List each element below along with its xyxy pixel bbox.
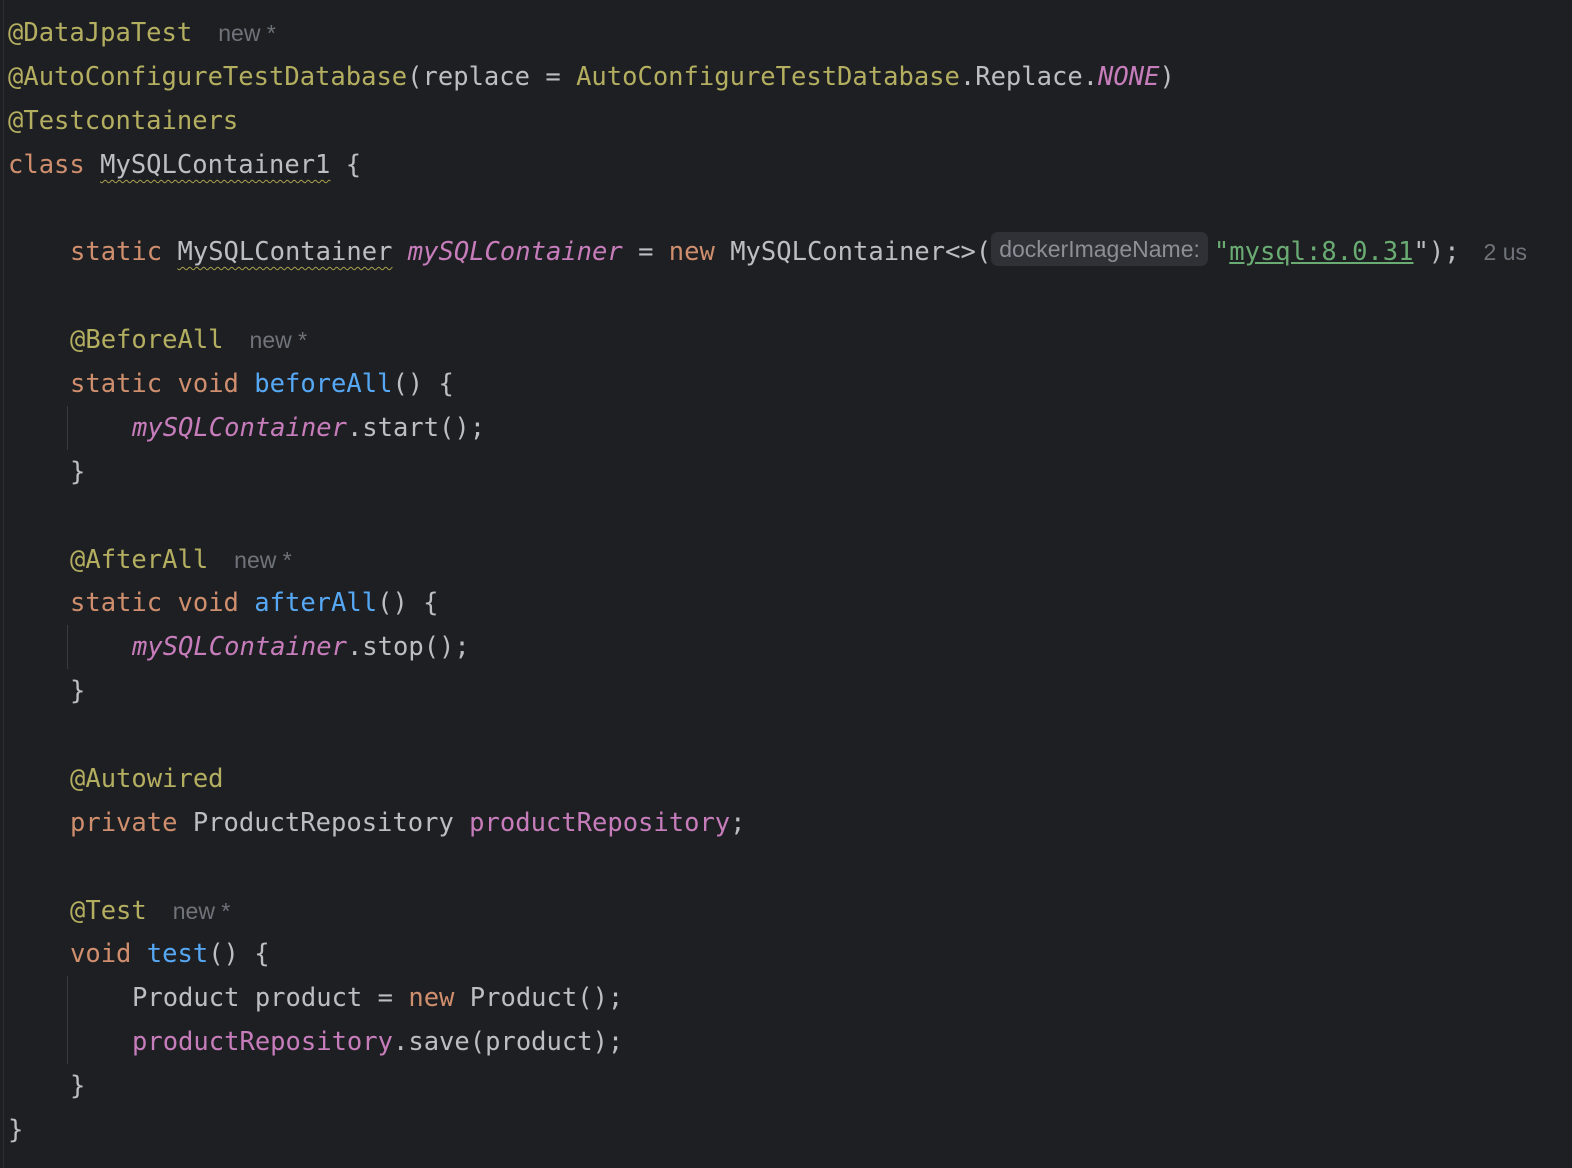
code-token: .start(); [346, 413, 486, 443]
code-token: Product(); [454, 983, 624, 1013]
annotation-testcontainers: @Testcontainers [8, 106, 239, 136]
code-token: .Replace. [959, 62, 1099, 92]
gutter-divider [3, 0, 4, 1168]
indent-guide [67, 625, 68, 669]
code-line-beforeall-close[interactable]: } [70, 450, 85, 494]
code-line-beforeall-body[interactable]: mySQLContainer.start(); [132, 406, 485, 450]
new-hint[interactable]: new * [250, 327, 308, 353]
code-line-beforeall-signature[interactable]: static void beforeAll() { [70, 362, 454, 406]
type-reference: ProductRepository [177, 808, 470, 838]
parameter-hint: dockerImageName: [991, 232, 1208, 266]
code-line-class-close[interactable]: } [8, 1108, 23, 1152]
code-editor[interactable]: @DataJpaTest new * @AutoConfigureTestData… [0, 0, 1572, 1168]
code-token: .save(product); [393, 1027, 624, 1057]
code-line-afterall-body[interactable]: mySQLContainer.stop(); [132, 625, 470, 669]
annotation-beforeall: @BeforeAll [70, 325, 224, 355]
code-line-dataJpaTest[interactable]: @DataJpaTest new * [8, 11, 276, 55]
field-name: mySQLContainer [132, 413, 347, 443]
class-name: MySQLContainer1 [100, 150, 331, 180]
method-name: afterAll [254, 588, 378, 618]
code-line-autowired-annotation[interactable]: @Autowired [70, 757, 224, 801]
code-token: ; [730, 808, 746, 838]
keyword-private: private [70, 808, 178, 838]
indent-guide [67, 976, 68, 1064]
new-hint[interactable]: new * [218, 20, 276, 46]
code-line-test-close[interactable]: } [70, 1064, 85, 1108]
keyword-void: void [70, 939, 132, 969]
method-name: beforeAll [254, 369, 393, 399]
annotation-autowired: @Autowired [70, 764, 224, 794]
code-line-repository-field[interactable]: private ProductRepository productReposit… [70, 801, 746, 845]
code-token: = [622, 237, 669, 267]
code-token: ) [1159, 62, 1175, 92]
keyword-static: static [70, 237, 163, 267]
code-token: } [70, 676, 86, 706]
code-token: { [345, 150, 362, 180]
code-token: " [1213, 237, 1230, 267]
code-token: } [70, 457, 86, 487]
field-name: mySQLContainer [132, 632, 347, 662]
code-line-afterall-signature[interactable]: static void afterAll() { [70, 581, 439, 625]
code-line-container-field[interactable]: static MySQLContainer mySQLContainer = n… [70, 230, 1527, 274]
code-line-autoconfigure[interactable]: @AutoConfigureTestDatabase(replace = Aut… [8, 55, 1175, 99]
annotation-afterall: @AfterAll [70, 545, 209, 575]
keyword-static: static [70, 588, 163, 618]
code-token: Product product = [132, 983, 409, 1013]
new-hint[interactable]: new * [173, 898, 231, 924]
code-token: () { [377, 588, 439, 618]
code-line-afterall-annotation[interactable]: @AfterAll new * [70, 538, 292, 582]
code-line-beforeall-annotation[interactable]: @BeforeAll new * [70, 318, 307, 362]
code-token: } [8, 1115, 24, 1145]
indent-guide [67, 406, 68, 450]
code-token: "); [1413, 237, 1460, 267]
method-name: test [146, 939, 209, 969]
code-line-afterall-close[interactable]: } [70, 669, 85, 713]
type-reference: MySQLContainer [177, 237, 393, 267]
keyword-void: void [177, 369, 239, 399]
field-name: productRepository [469, 808, 731, 838]
new-hint[interactable]: new * [234, 547, 292, 573]
code-token: (replace = [407, 62, 577, 92]
code-token: MySQLContainer<>( [714, 237, 992, 267]
field-name: mySQLContainer [407, 237, 623, 267]
usages-hint[interactable]: 2 us [1484, 239, 1527, 265]
enum-constant: NONE [1098, 62, 1160, 92]
annotation-autoconfigure: @AutoConfigureTestDatabase [8, 62, 408, 92]
keyword-class: class [8, 150, 85, 180]
keyword-new: new [408, 983, 455, 1013]
string-literal-link[interactable]: mysql:8.0.31 [1229, 237, 1413, 267]
code-line-test-annotation[interactable]: @Test new * [70, 889, 230, 933]
code-token: () { [208, 939, 270, 969]
class-reference: AutoConfigureTestDatabase [576, 62, 960, 92]
code-line-test-stmt1[interactable]: Product product = new Product(); [132, 976, 623, 1020]
code-token: () { [392, 369, 454, 399]
keyword-new: new [668, 237, 715, 267]
code-line-test-stmt2[interactable]: productRepository.save(product); [132, 1020, 623, 1064]
code-line-testcontainers[interactable]: @Testcontainers [8, 99, 238, 143]
annotation-test: @Test [70, 896, 147, 926]
keyword-static: static [70, 369, 163, 399]
code-token: } [70, 1071, 86, 1101]
annotation-datajpatest: @DataJpaTest [8, 18, 193, 48]
keyword-void: void [177, 588, 239, 618]
code-line-class-decl[interactable]: class MySQLContainer1 { [8, 143, 361, 187]
code-token: .stop(); [346, 632, 470, 662]
field-name: productRepository [132, 1027, 393, 1057]
code-line-test-signature[interactable]: void test() { [70, 932, 270, 976]
